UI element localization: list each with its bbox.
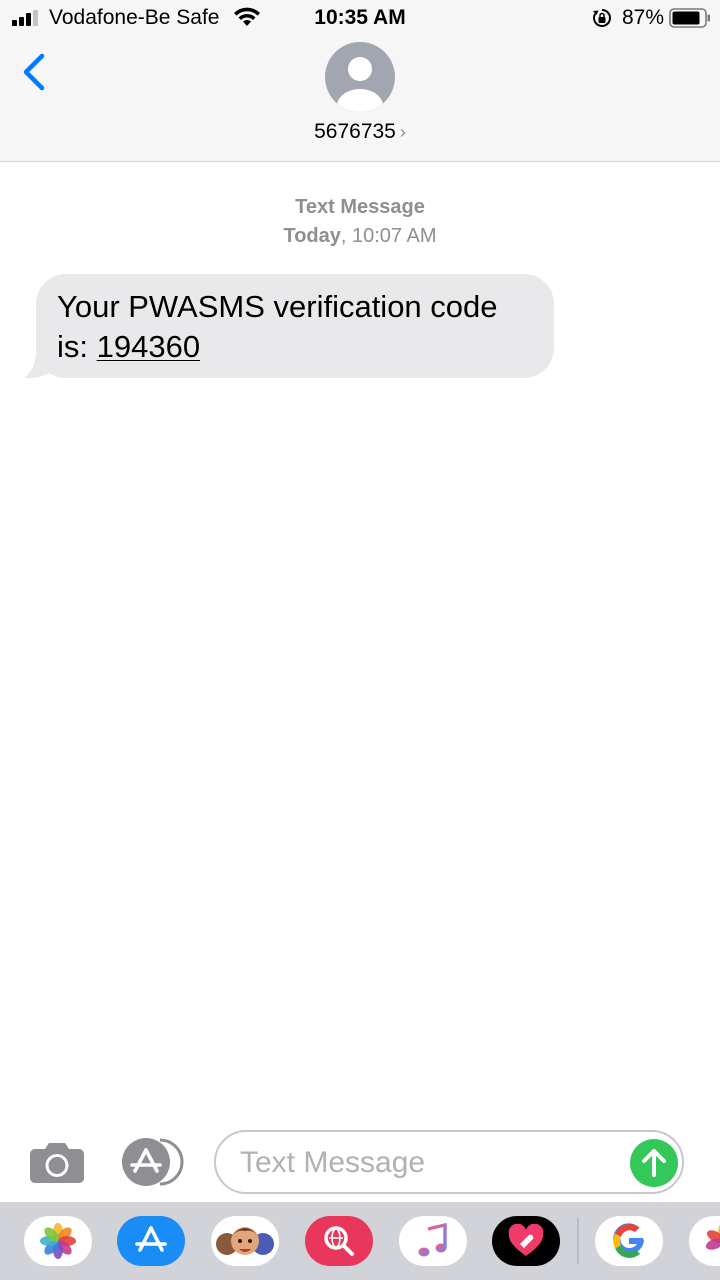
chevron-right-icon: › (399, 122, 406, 142)
battery-percentage: 87% (622, 6, 665, 29)
app-store-icon[interactable] (117, 1216, 185, 1266)
send-arrow-icon[interactable] (630, 1139, 678, 1187)
verification-code[interactable]: 194360 (97, 329, 200, 364)
date-label: Today (283, 225, 341, 247)
battery-icon (669, 8, 710, 28)
carrier-name: Vodafone-Be Safe (49, 6, 220, 29)
message-row: Your PWASMS verification code is: 194360 (24, 274, 554, 379)
music-icon[interactable] (399, 1216, 467, 1266)
contact-name-button[interactable]: 5676735 › (0, 120, 720, 144)
photos-icon[interactable] (24, 1216, 92, 1266)
message-text-prefix: is: (57, 329, 97, 364)
rotation-lock-icon (593, 9, 611, 27)
contact-avatar-icon[interactable] (325, 42, 395, 112)
message-type-label: Text Message (295, 196, 425, 218)
web-search-icon[interactable] (305, 1216, 373, 1266)
conversation-header: 5676735 › (0, 36, 720, 162)
app-store-icon[interactable] (120, 1138, 184, 1186)
camera-icon[interactable] (29, 1140, 85, 1184)
digital-touch-icon[interactable] (492, 1216, 560, 1266)
message-text: Your PWASMS verification code (57, 289, 498, 324)
drawer-divider (577, 1218, 579, 1264)
status-bar: Vodafone-Be Safe 10:35 AM 87% (0, 0, 720, 36)
message-input[interactable] (238, 1142, 622, 1184)
message-input-field[interactable] (214, 1130, 684, 1194)
incoming-message-bubble[interactable]: Your PWASMS verification code is: 194360 (36, 274, 554, 378)
memoji-icon[interactable] (211, 1216, 279, 1266)
wifi-icon (234, 7, 260, 26)
signal-icon (12, 10, 38, 26)
app-drawer (0, 1202, 720, 1280)
message-timestamp: Today, 10:07 AM (0, 225, 720, 248)
google-icon[interactable] (595, 1216, 663, 1266)
contact-name: 5676735 (314, 120, 396, 143)
back-chevron-icon[interactable] (20, 52, 48, 92)
photos-partial-icon[interactable] (689, 1216, 720, 1266)
time-label: , 10:07 AM (340, 225, 437, 247)
